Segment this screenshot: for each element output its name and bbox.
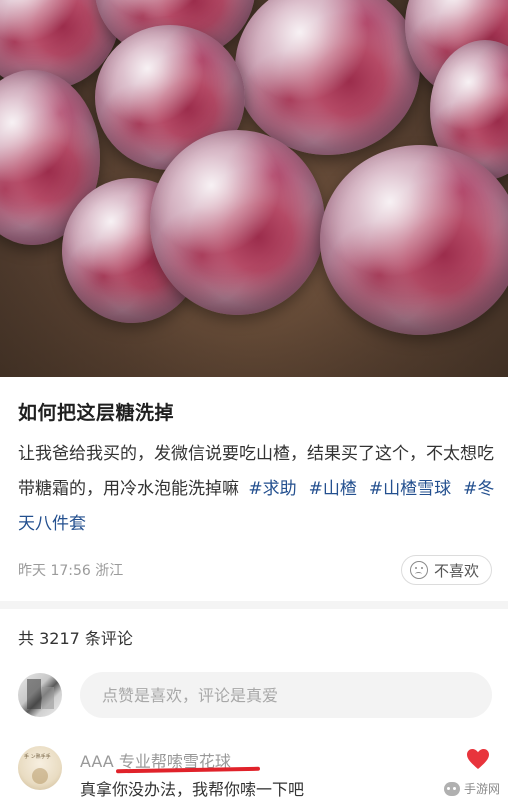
post-body: 让我爸给我买的，发微信说要吃山楂，结果买了这个，不太想吃带糖霜的，用冷水泡能洗掉… xyxy=(18,437,496,542)
post-title: 如何把这层糖洗掉 xyxy=(18,402,175,424)
tag-hawthorn-snowball[interactable]: #山楂雪球 xyxy=(369,479,451,499)
sad-face-icon xyxy=(409,561,428,579)
tag-help[interactable]: #求助 xyxy=(248,479,296,499)
commenter-avatar[interactable]: 手 ン熟手手 xyxy=(18,746,62,790)
dislike-label: 不喜欢 xyxy=(433,561,479,580)
comment-text: 真拿你没办法，我帮你嗦一下吧 xyxy=(80,780,305,799)
avatar-figure xyxy=(32,768,48,784)
comment-composer xyxy=(18,670,492,720)
dislike-button[interactable]: 不喜欢 xyxy=(400,555,492,585)
photo-shade xyxy=(0,0,508,377)
post-time-location: 昨天 17:56 浙江 xyxy=(18,563,124,579)
section-divider xyxy=(0,601,508,609)
comment-item: 手 ン熟手手 AAA 专业帮嗦雪花球 真拿你没办法，我帮你嗦一下吧 xyxy=(18,744,492,804)
comment-input[interactable] xyxy=(80,672,492,718)
post-photo[interactable] xyxy=(0,0,508,377)
watermark-label: 手游网 xyxy=(463,782,500,796)
post-meta-row: 昨天 17:56 浙江 不喜欢 xyxy=(18,555,492,585)
watermark: 手游网 xyxy=(443,780,500,797)
like-heart-icon[interactable] xyxy=(466,748,490,770)
avatar-caption: 手 ン熟手手 xyxy=(24,754,51,760)
comment-count: 共 3217 条评论 xyxy=(18,629,133,648)
my-avatar[interactable] xyxy=(18,673,62,717)
wechat-icon xyxy=(443,781,460,796)
tag-hawthorn[interactable]: #山楂 xyxy=(309,479,357,499)
